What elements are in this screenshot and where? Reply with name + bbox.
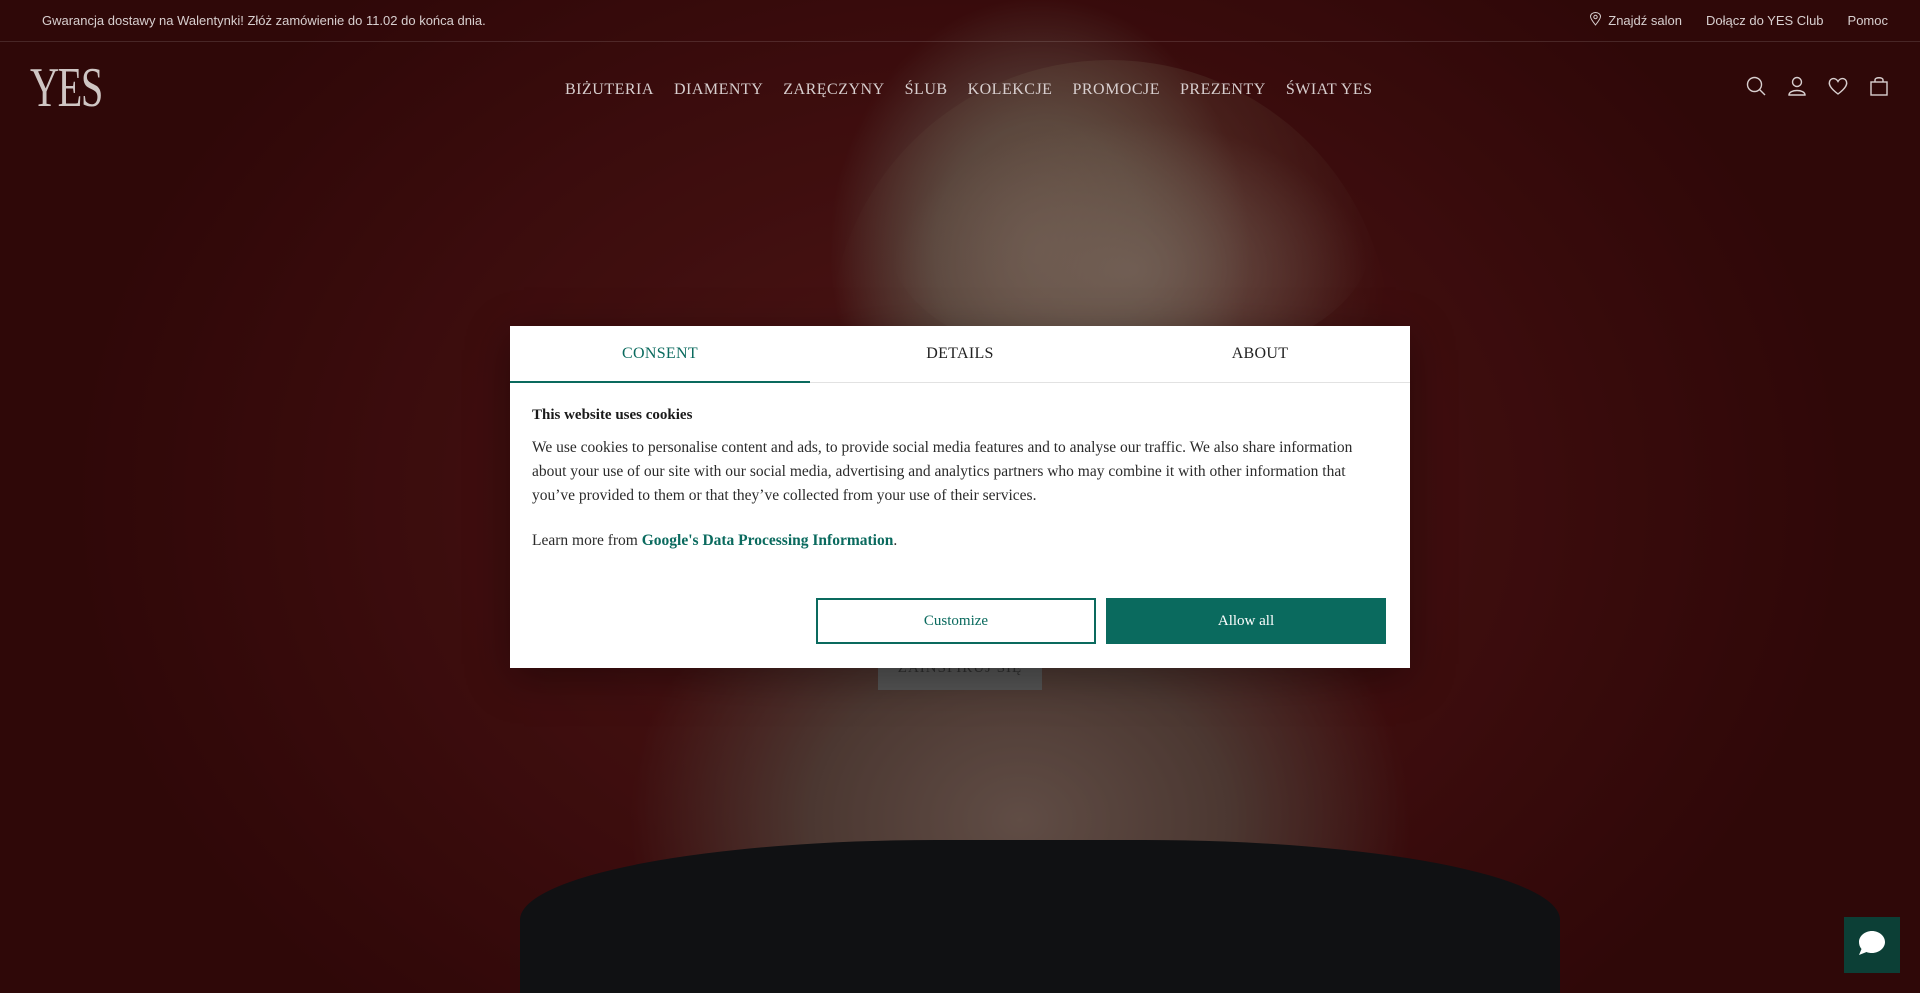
nav-item-kolekcje[interactable]: KOLEKCJE: [968, 81, 1053, 99]
search-icon[interactable]: [1745, 75, 1766, 97]
utility-links: Znajdź salon Dołącz do YES Club Pomoc: [1589, 12, 1888, 29]
main-nav: BIŻUTERIA DIAMENTY ZARĘCZYNY ŚLUB KOLEKC…: [565, 81, 1373, 99]
nav-item-bizuteria[interactable]: BIŻUTERIA: [565, 81, 654, 99]
announcement-text: Gwarancja dostawy na Walentynki! Złóż za…: [42, 13, 486, 28]
tab-consent[interactable]: CONSENT: [510, 326, 810, 383]
cookie-actions: Customize Allow all: [816, 598, 1386, 644]
header-actions: [1745, 75, 1888, 97]
chat-bubble-icon: [1857, 929, 1887, 962]
chat-widget-button[interactable]: [1844, 917, 1900, 973]
google-data-processing-link[interactable]: Google's Data Processing Information: [642, 532, 894, 549]
bag-icon[interactable]: [1868, 75, 1888, 97]
announcement-bar: Gwarancja dostawy na Walentynki! Złóż za…: [0, 0, 1920, 42]
find-salon-label: Znajdź salon: [1608, 13, 1682, 28]
nav-item-prezenty[interactable]: PREZENTY: [1180, 81, 1266, 99]
tab-about[interactable]: ABOUT: [1110, 326, 1410, 382]
learn-more-suffix: .: [893, 532, 898, 549]
cookie-description: We use cookies to personalise content an…: [532, 439, 1353, 504]
nav-item-diamenty[interactable]: DIAMENTY: [674, 81, 763, 99]
join-club-link[interactable]: Dołącz do YES Club: [1706, 13, 1824, 28]
nav-item-slub[interactable]: ŚLUB: [905, 81, 948, 99]
site-header: YES BIŻUTERIA DIAMENTY ZARĘCZYNY ŚLUB KO…: [0, 43, 1920, 133]
nav-item-promocje[interactable]: PROMOCJE: [1072, 81, 1160, 99]
customize-button[interactable]: Customize: [816, 598, 1096, 644]
find-salon-link[interactable]: Znajdź salon: [1589, 12, 1682, 29]
cookie-body: This website uses cookies We use cookies…: [510, 383, 1410, 550]
yes-logo[interactable]: YES: [30, 56, 103, 120]
location-pin-icon: [1589, 12, 1602, 29]
learn-more-line: Learn more from Google's Data Processing…: [532, 532, 1388, 550]
allow-all-button[interactable]: Allow all: [1106, 598, 1386, 644]
cookie-consent-dialog: CONSENT DETAILS ABOUT This website uses …: [510, 326, 1410, 668]
nav-item-zareczyny[interactable]: ZARĘCZYNY: [783, 81, 884, 99]
cookie-tabs: CONSENT DETAILS ABOUT: [510, 326, 1410, 383]
wishlist-icon[interactable]: [1827, 75, 1848, 97]
nav-item-swiat-yes[interactable]: ŚWIAT YES: [1286, 81, 1373, 99]
cookie-title: This website uses cookies: [532, 407, 693, 423]
tab-details[interactable]: DETAILS: [810, 326, 1110, 382]
help-link[interactable]: Pomoc: [1848, 13, 1888, 28]
learn-more-prefix: Learn more from: [532, 532, 642, 549]
account-icon[interactable]: [1786, 75, 1806, 97]
